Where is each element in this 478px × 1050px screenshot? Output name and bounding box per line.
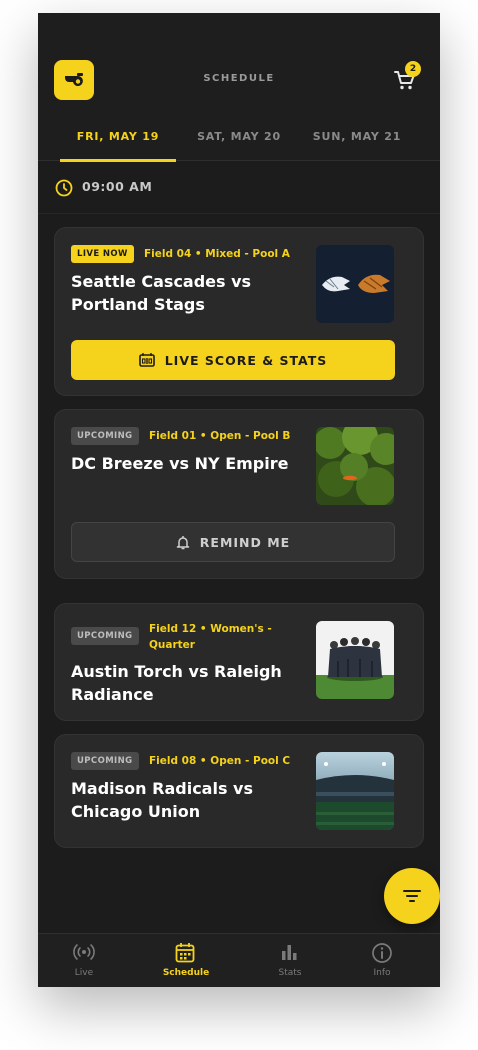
nav-stats[interactable]: Stats	[245, 934, 335, 987]
nav-schedule-label: Schedule	[162, 968, 210, 978]
game-meta-line2: Quarter	[149, 639, 195, 651]
status-badge: UPCOMING	[71, 627, 139, 645]
game-title-line2: Portland Stags	[71, 295, 205, 314]
remind-me-button[interactable]: REMIND ME	[71, 522, 395, 562]
game-meta: Field 04 • Mixed - Pool A	[144, 248, 290, 260]
page-title: SCHEDULE	[203, 73, 275, 84]
game-card-madison-radicals[interactable]: UPCOMING Field 08 • Open - Pool C Madiso…	[54, 734, 424, 848]
game-title-line1: Austin Torch vs Raleigh	[71, 662, 282, 681]
game-title-line2: Chicago Union	[71, 802, 201, 821]
remind-me-label: REMIND ME	[199, 534, 291, 550]
game-card-live[interactable]: LIVE NOW Field 04 • Mixed - Pool A Seatt…	[54, 227, 424, 396]
status-badge: LIVE NOW	[71, 245, 134, 263]
calendar-icon	[175, 943, 195, 963]
status-badge: UPCOMING	[71, 427, 139, 445]
filter-icon	[403, 890, 421, 902]
game-title-line1: DC Breeze vs NY Empire	[71, 454, 289, 473]
bar-chart-icon	[282, 945, 297, 960]
live-score-button[interactable]: LIVE SCORE & STATS	[71, 340, 395, 380]
phone-screen: SCHEDULE 2 FRI, MAY 19 SAT, MAY 20 SUN, …	[38, 13, 440, 987]
game-meta-line1: Field 12 • Women's -	[149, 623, 272, 635]
nav-live-label: Live	[74, 968, 94, 978]
nav-info-label: Info	[373, 968, 391, 978]
game-meta: Field 01 • Open - Pool B	[149, 430, 291, 442]
nav-live[interactable]: Live	[39, 934, 129, 987]
info-icon	[372, 943, 392, 963]
game-card-austin-torch[interactable]: UPCOMING Field 12 • Women's - Quarter Au…	[54, 603, 424, 721]
tab-sun-may-21[interactable]: SUN, MAY 21	[297, 121, 417, 161]
game-title-line2: Radiance	[71, 685, 154, 704]
status-badge: UPCOMING	[71, 752, 139, 770]
tab-sat-may-20[interactable]: SAT, MAY 20	[179, 121, 299, 161]
live-score-label: LIVE SCORE & STATS	[164, 352, 328, 368]
game-title-line1: Seattle Cascades vs	[71, 272, 252, 291]
team-logos-image	[316, 245, 394, 323]
broadcast-icon	[73, 944, 95, 960]
scoreboard-icon	[138, 353, 155, 367]
clock-icon	[55, 179, 73, 197]
cart-count-badge: 2	[405, 61, 421, 77]
app-header: SCHEDULE 2 FRI, MAY 19 SAT, MAY 20 SUN, …	[38, 13, 440, 162]
time-slot-label: 09:00 AM	[82, 179, 153, 194]
nav-stats-label: Stats	[278, 968, 302, 978]
nav-info[interactable]: Info	[337, 934, 427, 987]
date-tabs: FRI, MAY 19 SAT, MAY 20 SUN, MAY 21	[38, 121, 440, 162]
time-slot-header: 09:00 AM	[38, 162, 440, 214]
bottom-navigation: Live Schedule Stats Info	[38, 933, 440, 987]
game-card-dc-breeze[interactable]: UPCOMING Field 01 • Open - Pool B DC Bre…	[54, 409, 424, 579]
team-huddle-image	[316, 621, 394, 699]
tab-fri-may-19[interactable]: FRI, MAY 19	[58, 121, 178, 162]
nav-schedule[interactable]: Schedule	[141, 934, 231, 987]
game-meta: Field 08 • Open - Pool C	[149, 755, 291, 767]
frisbee-in-trees-image	[316, 427, 394, 505]
game-title-line1: Madison Radicals vs	[71, 779, 253, 798]
filter-button[interactable]	[384, 868, 440, 924]
stadium-image	[316, 752, 394, 830]
bell-icon	[176, 535, 190, 549]
